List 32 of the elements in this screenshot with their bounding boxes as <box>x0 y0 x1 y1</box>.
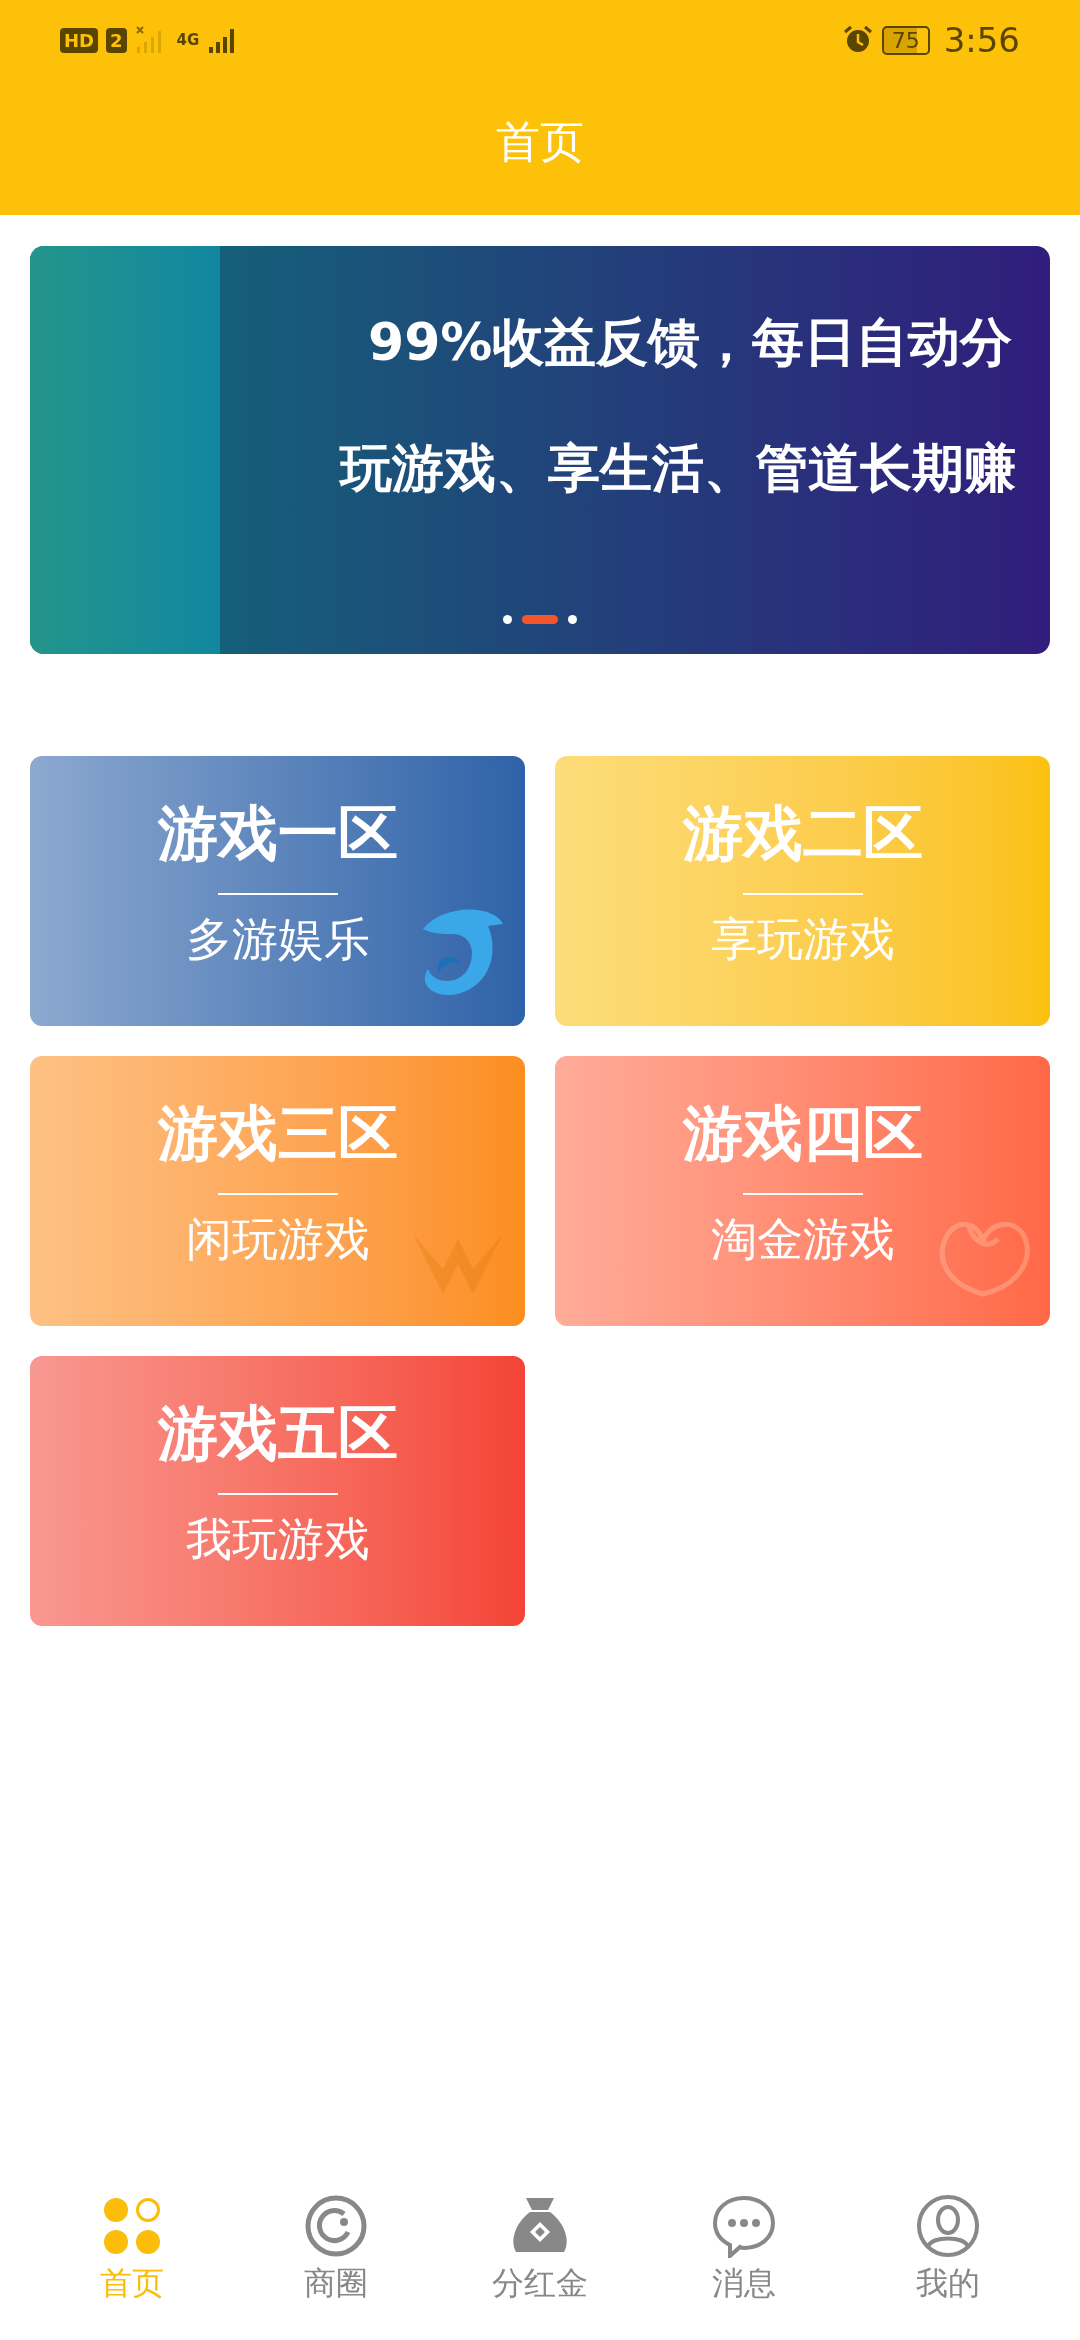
ring-icon <box>304 2194 368 2258</box>
tab-item[interactable]: 我的 <box>868 2190 1028 2340</box>
battery-indicator: 75 <box>881 25 930 55</box>
page-title: 首页 <box>496 115 584 169</box>
banner-text: 玩游戏、享生活、管道长期赚 <box>340 437 1016 500</box>
zone-card[interactable]: 游戏三区 闲玩游戏 <box>30 1056 525 1326</box>
zone-subtitle: 多游娱乐 <box>185 911 370 968</box>
status-badge: HD <box>60 27 98 53</box>
zone-subtitle: 闲玩游戏 <box>185 1211 370 1268</box>
zone-card[interactable]: 游戏一区 多游娱乐 <box>30 756 525 1026</box>
banner[interactable]: 99%收益反馈，每日自动分 玩游戏、享生活、管道长期赚 <box>30 246 1050 654</box>
zone-subtitle: 我玩游戏 <box>185 1511 370 1568</box>
profile-icon <box>916 2194 980 2258</box>
carousel-dot[interactable] <box>568 615 577 624</box>
zone-title: 游戏一区 <box>157 797 398 870</box>
tab-item[interactable]: 商圈 <box>256 2190 416 2340</box>
zone-title: 游戏二区 <box>682 797 923 870</box>
tab-item[interactable]: 分红金 <box>460 2190 620 2340</box>
zone-subtitle: 享玩游戏 <box>710 911 895 968</box>
banner-text: 99%收益反馈，每日自动分 <box>368 311 1014 374</box>
zone-title: 游戏三区 <box>157 1097 398 1170</box>
zone-card[interactable]: 游戏四区 淘金游戏 <box>555 1056 1050 1326</box>
tab-item[interactable]: 消息 <box>664 2190 824 2340</box>
zone-subtitle: 淘金游戏 <box>710 1211 895 1268</box>
chat-icon <box>712 2194 776 2258</box>
carousel-dot[interactable] <box>503 615 512 624</box>
zone-title: 游戏四区 <box>682 1097 923 1170</box>
status-time: 3:56 <box>943 20 1020 60</box>
zone-title: 游戏五区 <box>157 1397 398 1470</box>
network-label: 4G <box>176 31 200 49</box>
status-badge: 2 <box>106 27 127 53</box>
zone-card[interactable]: 游戏五区 我玩游戏 <box>30 1356 525 1626</box>
